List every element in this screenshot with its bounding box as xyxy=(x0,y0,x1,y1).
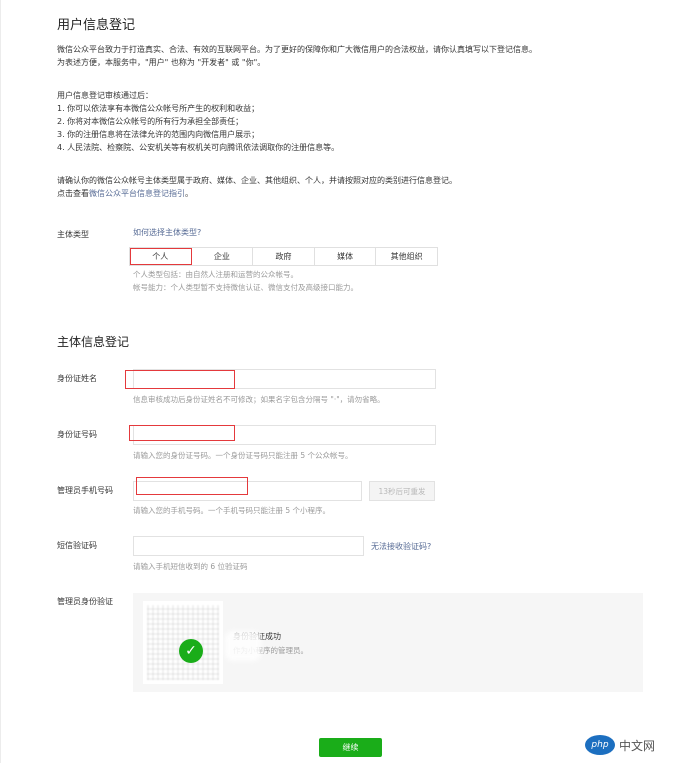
review-item: 2. 你将对本微信公众帐号的所有行为承担全部责任； xyxy=(57,117,244,126)
sms-code-tip: 请输入手机短信收到的 6 位验证码 xyxy=(133,562,248,571)
subject-type-tip: 个人类型包括：由自然人注册和运营的公众帐号。 xyxy=(133,270,298,279)
review-item: 3. 你的注册信息将在法律允许的范围内向微信用户展示； xyxy=(57,130,260,139)
subject-type-help-link[interactable]: 如何选择主体类型? xyxy=(133,226,201,239)
subject-type-label: 主体类型 xyxy=(57,230,89,239)
sms-help-link[interactable]: 无法接收验证码? xyxy=(371,540,431,553)
guide-prefix: 点击查看 xyxy=(57,189,89,198)
admin-verify-label: 管理员身份验证 xyxy=(57,597,113,606)
page-title: 用户信息登记 xyxy=(57,18,136,33)
id-number-tip: 请输入您的身份证号码。一个身份证号码只能注册 5 个公众帐号。 xyxy=(133,451,353,460)
admin-phone-label: 管理员手机号码 xyxy=(57,486,113,495)
guide-link[interactable]: 微信公众平台信息登记指引 xyxy=(89,189,185,198)
tab-individual[interactable]: 个人 xyxy=(130,248,192,265)
review-item: 4. 人民法院、检察院、公安机关等有权机关可向腾讯依法调取你的注册信息等。 xyxy=(57,143,340,152)
tab-enterprise[interactable]: 企业 xyxy=(191,248,254,265)
section-title: 主体信息登记 xyxy=(57,335,130,349)
guide-line: 点击查看微信公众平台信息登记指引。 xyxy=(57,187,657,200)
review-heading: 用户信息登记审核通过后： xyxy=(57,91,153,100)
watermark-logo: php xyxy=(585,735,615,755)
sms-code-input[interactable] xyxy=(133,536,364,556)
review-list: 用户信息登记审核通过后： 1. 你可以依法享有本微信公众帐号所产生的权利和收益；… xyxy=(57,89,657,154)
confirm-line: 请确认你的微信公众帐号主体类型属于政府、媒体、企业、其他组织、个人，并请按照对应… xyxy=(57,176,457,185)
resend-sms-button[interactable]: 13秒后可重发 xyxy=(369,481,435,501)
id-number-label: 身份证号码 xyxy=(57,430,97,439)
confirm-block: 请确认你的微信公众帐号主体类型属于政府、媒体、企业、其他组织、个人，并请按照对应… xyxy=(57,174,657,200)
subject-type-tabs: 个人 企业 政府 媒体 其他组织 xyxy=(129,247,438,266)
registration-page: 用户信息登记 微信公众平台致力于打造真实、合法、有效的互联网平台。为了更好的保障… xyxy=(0,0,699,763)
watermark-text: 中文网 xyxy=(619,738,656,753)
sms-code-label: 短信验证码 xyxy=(57,541,97,550)
id-name-tip: 信息审核成功后身份证姓名不可修改；如果名字包含分隔号 "·"，请勿省略。 xyxy=(133,395,385,404)
qr-code: ✓ xyxy=(143,601,223,684)
intro-line: 微信公众平台致力于打造真实、合法、有效的互联网平台。为了更好的保障你和广大微信用… xyxy=(57,45,537,54)
intro-line: 为表述方便，本服务中，"用户" 也称为 "开发者" 或 "你"。 xyxy=(57,58,266,67)
id-number-input[interactable] xyxy=(133,425,436,445)
check-icon: ✓ xyxy=(179,639,203,663)
intro-text: 微信公众平台致力于打造真实、合法、有效的互联网平台。为了更好的保障你和广大微信用… xyxy=(57,43,657,69)
subject-ability-tip: 帐号能力：个人类型暂不支持微信认证、微信支付及高级接口能力。 xyxy=(133,283,358,292)
tab-government[interactable]: 政府 xyxy=(253,248,315,265)
guide-suffix: 。 xyxy=(185,189,193,198)
redaction-smudge xyxy=(225,631,261,661)
id-name-label: 身份证姓名 xyxy=(57,374,97,383)
admin-phone-tip: 请输入您的手机号码。一个手机号码只能注册 5 个小程序。 xyxy=(133,506,331,515)
tab-other-org[interactable]: 其他组织 xyxy=(376,248,437,265)
tab-media[interactable]: 媒体 xyxy=(314,248,377,265)
review-item: 1. 你可以依法享有本微信公众帐号所产生的权利和收益； xyxy=(57,104,260,113)
admin-phone-input[interactable] xyxy=(133,481,362,501)
watermark: php 中文网 xyxy=(585,735,655,755)
id-name-input[interactable] xyxy=(133,369,436,389)
continue-button[interactable]: 继续 xyxy=(319,738,382,757)
admin-verify-panel: ✓ 身份验证成功 作为小程序的管理员。 xyxy=(133,593,643,692)
